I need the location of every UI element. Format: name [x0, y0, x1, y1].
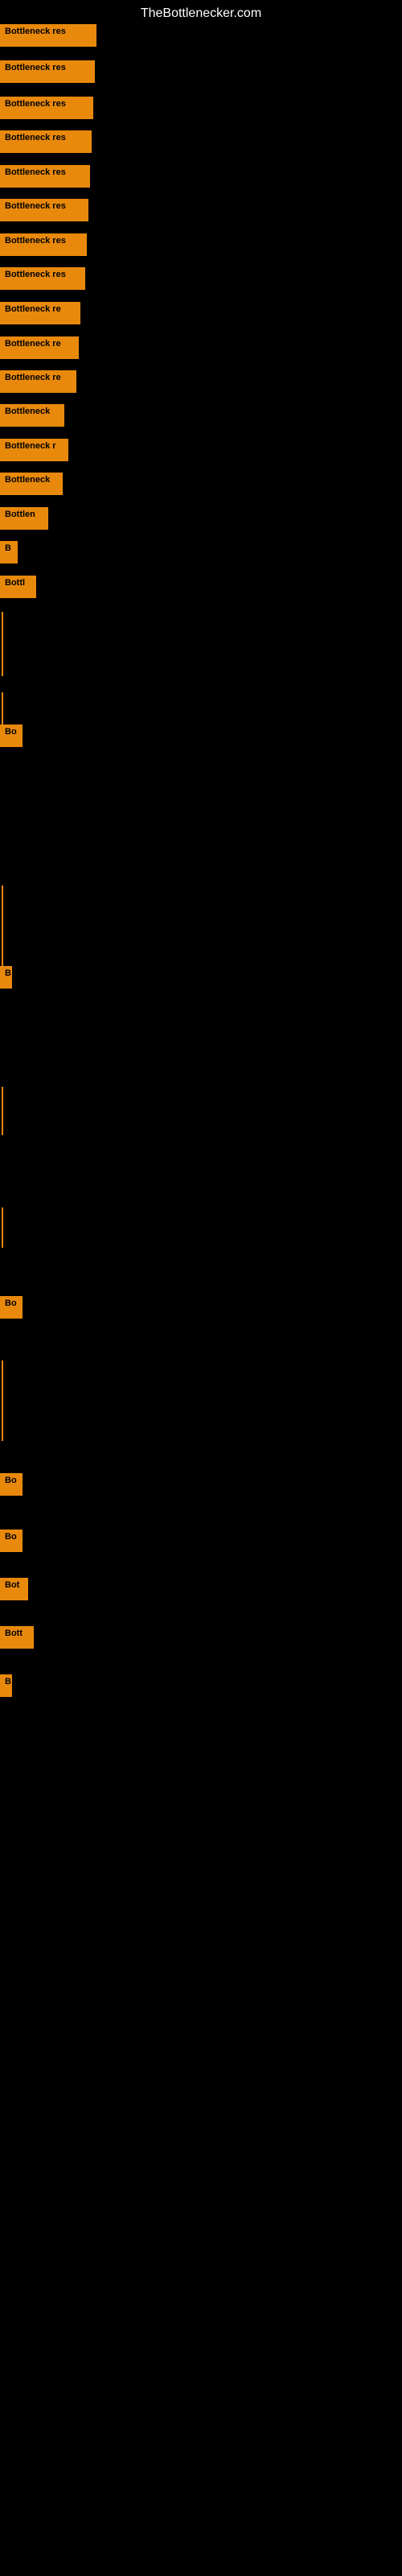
- vertical-line-1: [2, 612, 3, 676]
- bottleneck-button-13[interactable]: Bottleneck r: [0, 439, 68, 461]
- bottleneck-button-20[interactable]: Bo: [0, 1296, 23, 1319]
- bottleneck-button-4[interactable]: Bottleneck res: [0, 130, 92, 153]
- bottleneck-button-17[interactable]: Bottl: [0, 576, 36, 598]
- bottleneck-button-5[interactable]: Bottleneck res: [0, 165, 90, 188]
- bottleneck-button-21[interactable]: Bo: [0, 1473, 23, 1496]
- bottleneck-button-10[interactable]: Bottleneck re: [0, 336, 79, 359]
- bottleneck-button-15[interactable]: Bottlen: [0, 507, 48, 530]
- bottleneck-button-16[interactable]: B: [0, 541, 18, 564]
- vertical-line-4: [2, 1087, 3, 1135]
- bottleneck-button-3[interactable]: Bottleneck res: [0, 97, 93, 119]
- bottleneck-button-23[interactable]: Bot: [0, 1578, 28, 1600]
- bottleneck-button-8[interactable]: Bottleneck res: [0, 267, 85, 290]
- bottleneck-button-24[interactable]: Bott: [0, 1626, 34, 1649]
- vertical-line-5: [2, 1208, 3, 1248]
- bottleneck-button-1[interactable]: Bottleneck res: [0, 24, 96, 47]
- bottleneck-button-7[interactable]: Bottleneck res: [0, 233, 87, 256]
- bottleneck-button-6[interactable]: Bottleneck res: [0, 199, 88, 221]
- bottleneck-button-2[interactable]: Bottleneck res: [0, 60, 95, 83]
- bottleneck-button-19[interactable]: B: [0, 966, 12, 989]
- bottleneck-button-22[interactable]: Bo: [0, 1530, 23, 1552]
- bottleneck-button-12[interactable]: Bottleneck: [0, 404, 64, 427]
- bottleneck-button-9[interactable]: Bottleneck re: [0, 302, 80, 324]
- bottleneck-button-14[interactable]: Bottleneck: [0, 473, 63, 495]
- bottleneck-button-11[interactable]: Bottleneck re: [0, 370, 76, 393]
- bottleneck-button-25[interactable]: B: [0, 1674, 12, 1697]
- site-title: TheBottlenecker.com: [0, 0, 402, 27]
- vertical-line-3: [2, 886, 3, 966]
- vertical-line-2: [2, 692, 3, 724]
- vertical-line-6: [2, 1360, 3, 1441]
- bottleneck-button-18[interactable]: Bo: [0, 724, 23, 747]
